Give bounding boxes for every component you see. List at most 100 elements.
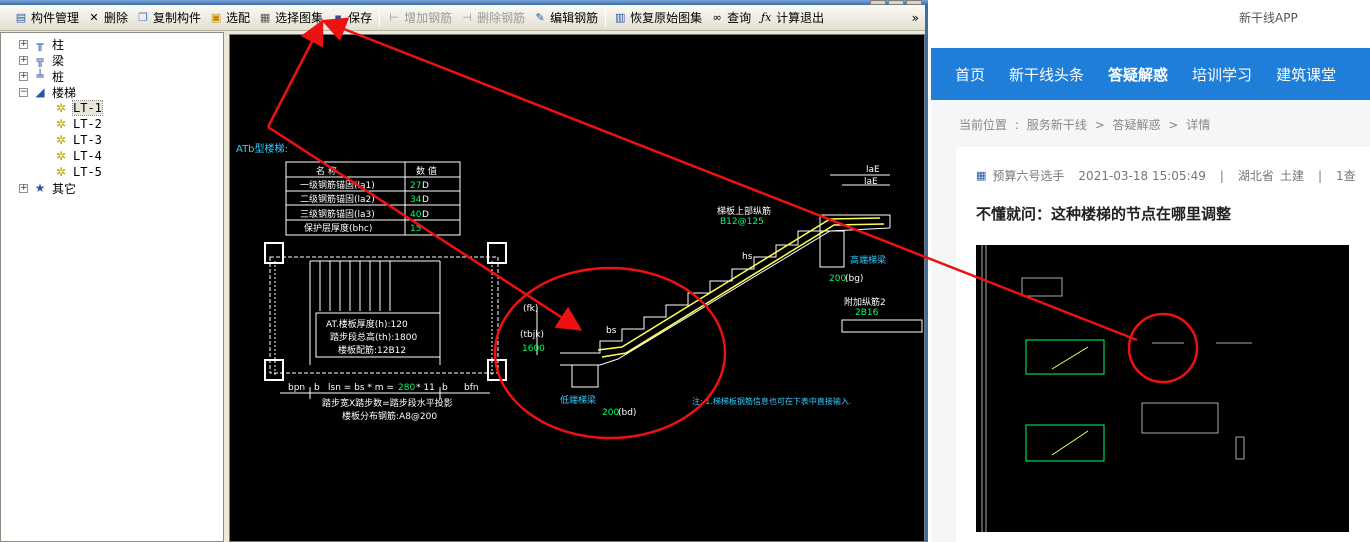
breadcrumb-qa[interactable]: 答疑解惑: [1112, 118, 1160, 132]
calc-exit-button[interactable]: ƒx 计算退出: [755, 7, 828, 29]
extra-rebar-value[interactable]: 2B16: [855, 308, 879, 318]
table-cell-value[interactable]: 27: [410, 181, 421, 191]
tree-item-lt-4[interactable]: ✲ LT-4: [53, 148, 102, 164]
plan-note: 踏步段总高(th):1800: [330, 331, 417, 343]
add-rebar-button[interactable]: ⊢ 增加钢筋: [383, 7, 456, 29]
expand-icon[interactable]: +: [19, 183, 28, 193]
delete-rebar-icon: ⊣: [462, 10, 472, 24]
save-icon: ▪: [334, 10, 342, 24]
toolbar-overflow-icon[interactable]: »: [912, 11, 925, 25]
toolbar-separator: [605, 8, 607, 27]
breadcrumb-detail: 详情: [1186, 118, 1211, 132]
tree-item-lt-1[interactable]: ✲ LT-1: [53, 100, 103, 116]
post-screenshot-image[interactable]: [976, 245, 1349, 532]
meta-separator: |: [1317, 168, 1322, 183]
table-header-value: 数 值: [416, 165, 437, 177]
atlas-icon: ▦: [259, 10, 271, 24]
plan-dim: * 11: [416, 383, 435, 393]
breadcrumb-prefix: 当前位置: [959, 118, 1008, 132]
tree-item-beam[interactable]: + ╦ 梁: [19, 52, 64, 68]
close-icon: ✕: [89, 10, 99, 24]
expand-icon[interactable]: +: [19, 55, 28, 65]
post-title: 不懂就问：这种楼梯的节点在哪里调整: [976, 205, 1232, 223]
upper-rebar-label: 梯板上部纵筋: [717, 205, 771, 217]
nav-qa[interactable]: 答疑解惑: [1108, 64, 1168, 85]
select-atlas-button[interactable]: ▦ 选择图集: [254, 7, 327, 29]
cad-thumbnail: [981, 245, 1252, 532]
stair-drawing: ATb型楼梯: 名 称 数 值 一级钢筋锚固(la1) 27 D 二级钢筋锚固(…: [236, 142, 923, 422]
query-button[interactable]: ∞ 查询: [706, 7, 755, 29]
tree-item-column[interactable]: + ╥ 柱: [19, 36, 64, 52]
bg-label: (bg): [845, 274, 863, 284]
la-label: laE: [866, 165, 880, 175]
nav-classroom[interactable]: 建筑课堂: [1276, 64, 1336, 85]
bd-value[interactable]: 200: [602, 408, 619, 418]
post-author[interactable]: 预算六号选手: [992, 167, 1064, 184]
beam-icon: ╦: [36, 53, 44, 67]
copy-component-button[interactable]: ❐ 复制构件: [132, 7, 205, 29]
delete-rebar-button[interactable]: ⊣ 删除钢筋: [456, 7, 529, 29]
breadcrumb-sep: :: [1014, 118, 1019, 132]
bd-label: (bd): [618, 408, 636, 418]
stair-drawing-canvas[interactable]: ATb型楼梯: 名 称 数 值 一级钢筋锚固(la1) 27 D 二级钢筋锚固(…: [229, 34, 925, 542]
component-manage-button[interactable]: ▤ 构件管理: [10, 7, 83, 29]
stair-icon: ◢: [35, 85, 45, 99]
restore-atlas-button[interactable]: ▥ 恢复原始图集: [609, 7, 706, 29]
collapse-icon[interactable]: −: [19, 87, 28, 97]
edit-rebar-button[interactable]: ✎ 编辑钢筋: [529, 7, 602, 29]
nav-home[interactable]: 首页: [955, 64, 985, 85]
app-download-link[interactable]: 新干线APP: [1239, 9, 1298, 26]
plan-dim: b: [442, 383, 448, 393]
binoculars-icon: ∞: [712, 10, 722, 24]
nav-headlines[interactable]: 新干线头条: [1009, 64, 1084, 85]
pile-icon: ╧: [36, 69, 44, 83]
delete-button[interactable]: ✕ 删除: [83, 7, 132, 29]
tree-item-lt-2[interactable]: ✲ LT-2: [53, 116, 102, 132]
save-button[interactable]: ▪ 保存: [327, 7, 376, 29]
upper-rebar-value[interactable]: B12@125: [720, 217, 764, 227]
table-cell-value[interactable]: 15: [410, 224, 421, 234]
plan-dim-value[interactable]: 280: [398, 383, 415, 393]
bg-value[interactable]: 200: [829, 274, 846, 284]
nav-training[interactable]: 培训学习: [1192, 64, 1252, 85]
select-config-button[interactable]: ▣ 选配: [205, 7, 254, 29]
plan-dim: lsn = bs * m =: [328, 383, 394, 393]
tbjk-value[interactable]: 1600: [522, 344, 545, 354]
post-views: 1查: [1336, 169, 1356, 183]
fx-icon: ƒx: [761, 10, 772, 24]
table-cell-unit: D: [422, 195, 429, 205]
drawing-note: 注: 1.梯梯板钢筋信息也可在下表中直接输入.: [692, 396, 851, 406]
extra-rebar-label: 附加纵筋2: [844, 296, 886, 308]
screen: ▤ 构件管理 ✕ 删除 ❐ 复制构件 ▣ 选配 ▦ 选择图集 ▪ 保存 ⊢ 增加钢筋 ⊣ 删除钢…: [0, 0, 1370, 542]
post-category: 土建: [1279, 169, 1304, 183]
tree-item-lt-3[interactable]: ✲ LT-3: [53, 132, 102, 148]
table-cell-name: 二级钢筋锚固(la2): [300, 193, 375, 205]
tree-item-stair[interactable]: − ◢ 楼梯: [19, 84, 76, 100]
gear-icon: ✲: [55, 149, 67, 163]
tree-item-lt-5[interactable]: ✲ LT-5: [53, 164, 102, 180]
expand-icon[interactable]: +: [19, 71, 28, 81]
gear-icon: ✲: [55, 101, 67, 115]
tree-item-other[interactable]: + ★ 其它: [19, 180, 76, 196]
gear-icon: ✲: [55, 117, 67, 131]
rebar-app-window: ▤ 构件管理 ✕ 删除 ❐ 复制构件 ▣ 选配 ▦ 选择图集 ▪ 保存 ⊢ 增加钢筋 ⊣ 删除钢…: [0, 0, 928, 542]
hs-label: hs: [742, 252, 753, 262]
rebar-lines: [597, 217, 885, 358]
table-cell-value[interactable]: 40: [410, 210, 422, 220]
post-datetime: 2021-03-18 15:05:49: [1078, 168, 1206, 183]
table-cell-unit: D: [422, 181, 429, 191]
main-toolbar: ▤ 构件管理 ✕ 删除 ❐ 复制构件 ▣ 选配 ▦ 选择图集 ▪ 保存 ⊢ 增加钢筋 ⊣ 删除钢…: [0, 5, 925, 31]
post-meta: ▦ 预算六号选手 2021-03-18 15:05:49 | 湖北省 土建 | …: [976, 167, 1370, 184]
expand-icon[interactable]: +: [19, 39, 28, 49]
breadcrumb-service[interactable]: 服务新干线: [1027, 118, 1087, 132]
table-cell-value[interactable]: 34: [410, 195, 422, 205]
table-cell-unit: D: [422, 210, 429, 220]
edit-rebar-icon: ✎: [535, 10, 545, 24]
tree-item-pile[interactable]: + ╧ 桩: [19, 68, 64, 84]
site-nav: 首页 新干线头条 答疑解惑 培训学习 建筑课堂: [931, 48, 1370, 100]
list-icon: ▤: [15, 10, 27, 24]
component-tree: + ╥ 柱 + ╦ 梁 + ╧ 桩 − ◢ 楼梯 ✲ LT-1 ✲ LT-2 ✲…: [0, 32, 224, 542]
plan-note: 楼板配筋:12B12: [338, 344, 406, 356]
breadcrumb: 当前位置 : 服务新干线 > 答疑解惑 > 详情: [959, 116, 1214, 133]
select-icon: ▣: [210, 10, 222, 24]
